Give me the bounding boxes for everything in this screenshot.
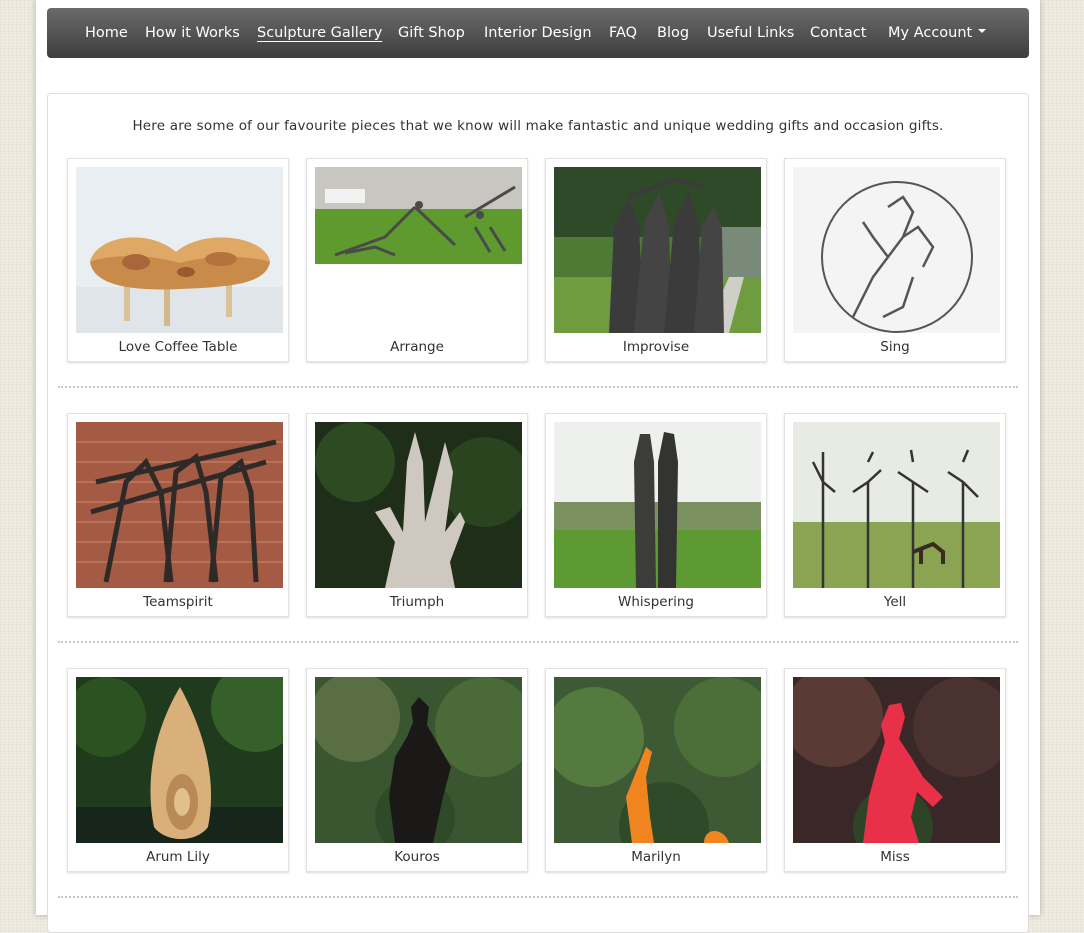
yell-image[interactable] — [793, 422, 1000, 588]
nav-interior-design[interactable]: Interior Design — [484, 8, 592, 58]
marilyn-image[interactable] — [554, 677, 761, 843]
gallery-card[interactable]: Arum Lily — [67, 668, 289, 872]
gallery-card[interactable]: Arrange — [306, 158, 528, 362]
love-coffee-table-image[interactable] — [76, 167, 283, 333]
triumph-image[interactable] — [315, 422, 522, 588]
gallery-row: Arum Lily Kouros Marilyn Miss — [67, 668, 1017, 873]
teamspirit-image[interactable] — [76, 422, 283, 588]
gallery-card-caption[interactable]: Kouros — [307, 849, 527, 865]
gallery-card-caption[interactable]: Whispering — [546, 594, 766, 610]
improvise-image[interactable] — [554, 167, 761, 333]
gallery-row: Love Coffee Table Arrange Improvise Sing — [67, 158, 1017, 363]
gallery-card-caption[interactable]: Arum Lily — [68, 849, 288, 865]
nav-faq[interactable]: FAQ — [609, 8, 637, 58]
gallery-card-caption[interactable]: Love Coffee Table — [68, 339, 288, 355]
gallery-card-caption[interactable]: Arrange — [307, 339, 527, 355]
nav-my-account-dropdown[interactable]: My Account — [888, 8, 987, 58]
gallery-panel: Here are some of our favourite pieces th… — [47, 93, 1029, 933]
my-account-label: My Account — [888, 25, 973, 41]
gallery-card[interactable]: Miss — [784, 668, 1006, 872]
page-container: Home How it Works Sculpture Gallery Gift… — [36, 0, 1040, 933]
gallery-card-caption[interactable]: Teamspirit — [68, 594, 288, 610]
nav-how-it-works[interactable]: How it Works — [145, 8, 240, 58]
gallery-card[interactable]: Triumph — [306, 413, 528, 617]
sing-image[interactable] — [793, 167, 1000, 333]
nav-sculpture-gallery[interactable]: Sculpture Gallery — [257, 8, 382, 58]
caret-down-icon — [978, 29, 987, 33]
arrange-image[interactable] — [315, 167, 522, 333]
gallery-card[interactable]: Sing — [784, 158, 1006, 362]
row-divider — [58, 641, 1018, 643]
intro-text: Here are some of our favourite pieces th… — [132, 118, 944, 134]
gallery-card[interactable]: Kouros — [306, 668, 528, 872]
gallery-card-caption[interactable]: Marilyn — [546, 849, 766, 865]
gallery-card-caption[interactable]: Improvise — [546, 339, 766, 355]
nav-blog[interactable]: Blog — [657, 8, 689, 58]
row-divider — [58, 896, 1018, 898]
arum-lily-image[interactable] — [76, 677, 283, 843]
gallery-card-caption[interactable]: Sing — [785, 339, 1005, 355]
nav-home[interactable]: Home — [85, 8, 128, 58]
miss-image[interactable] — [793, 677, 1000, 843]
gallery-card-caption[interactable]: Triumph — [307, 594, 527, 610]
gallery-card[interactable]: Improvise — [545, 158, 767, 362]
gallery-row: Teamspirit Triumph Whispering Yell — [67, 413, 1017, 618]
kouros-image[interactable] — [315, 677, 522, 843]
gallery-card[interactable]: Marilyn — [545, 668, 767, 872]
gallery-card[interactable]: Whispering — [545, 413, 767, 617]
main-navbar: Home How it Works Sculpture Gallery Gift… — [47, 8, 1029, 58]
gallery-card-caption[interactable]: Yell — [785, 594, 1005, 610]
nav-sculpture-gallery-label: Sculpture Gallery — [257, 25, 383, 41]
nav-useful-links[interactable]: Useful Links — [707, 8, 794, 58]
gallery-card[interactable]: Yell — [784, 413, 1006, 617]
gallery-card[interactable]: Teamspirit — [67, 413, 289, 617]
row-divider — [58, 386, 1018, 388]
whispering-image[interactable] — [554, 422, 761, 588]
gallery-card-caption[interactable]: Miss — [785, 849, 1005, 865]
gallery-card[interactable]: Love Coffee Table — [67, 158, 289, 362]
nav-gift-shop[interactable]: Gift Shop — [398, 8, 465, 58]
nav-contact[interactable]: Contact — [810, 8, 866, 58]
